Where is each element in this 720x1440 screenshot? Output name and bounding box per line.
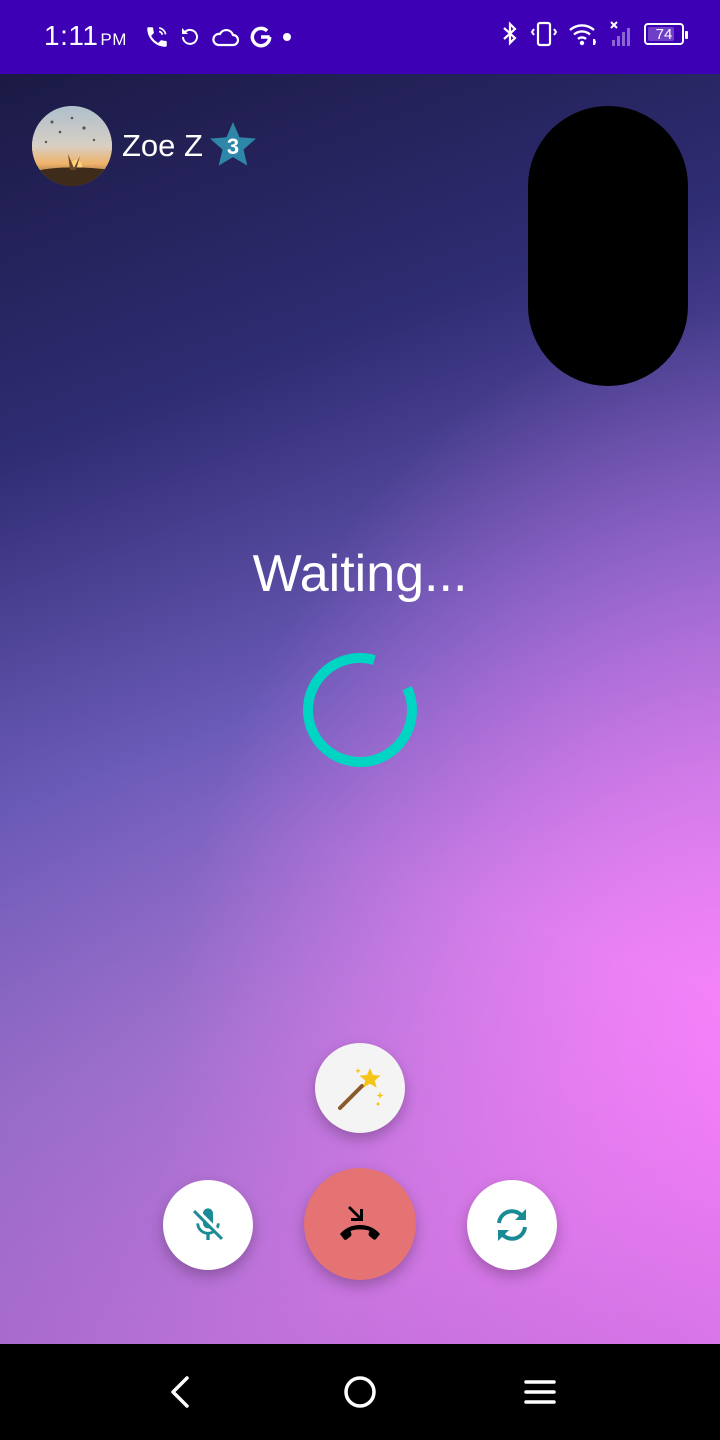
notification-icons xyxy=(144,24,292,50)
magic-wand-icon xyxy=(338,1068,384,1110)
back-button[interactable] xyxy=(156,1368,204,1416)
clock-ampm: PM xyxy=(100,30,127,49)
call-status-text: Waiting... xyxy=(252,545,468,603)
mic-off-icon xyxy=(193,1208,223,1240)
menu-icon xyxy=(524,1380,556,1404)
call-end-icon xyxy=(340,1206,380,1240)
mute-button[interactable] xyxy=(163,1180,253,1270)
camera-switch-icon xyxy=(497,1209,527,1241)
status-time: 1:11 PM xyxy=(44,20,127,52)
vibrate-icon xyxy=(530,21,558,47)
bluetooth-icon xyxy=(503,21,517,46)
switch-camera-button[interactable] xyxy=(467,1180,557,1270)
status-bar: 1:11 PM 74 xyxy=(0,0,720,74)
clock-time: 1:11 xyxy=(44,20,99,51)
navigation-bar xyxy=(0,1344,720,1440)
level-number: 3 xyxy=(226,134,240,159)
home-button[interactable] xyxy=(336,1368,384,1416)
caller-avatar[interactable] xyxy=(32,106,112,186)
end-call-button[interactable] xyxy=(304,1168,416,1280)
remote-video-area: Zoe Z 3 Waiting... xyxy=(0,74,720,1344)
caller-info[interactable]: Zoe Z 3 xyxy=(32,106,259,186)
video-call-screen: 1:11 PM 74 Zoe Z 3 Waiting... xyxy=(0,0,720,1440)
wifi-call-icon xyxy=(147,26,167,47)
caller-name: Zoe Z xyxy=(122,128,203,163)
home-icon xyxy=(344,1376,376,1408)
wifi-icon xyxy=(569,24,596,46)
loading-spinner xyxy=(303,653,417,767)
dot-icon xyxy=(283,33,291,41)
system-icons: 74 xyxy=(500,20,688,48)
google-icon xyxy=(250,26,272,48)
recents-button[interactable] xyxy=(516,1368,564,1416)
avatar-photo xyxy=(32,106,112,186)
level-badge: 3 xyxy=(207,120,259,172)
cloud-icon xyxy=(212,28,240,47)
effects-button[interactable] xyxy=(315,1043,405,1133)
sync-icon xyxy=(182,28,198,45)
back-icon xyxy=(171,1376,189,1408)
battery-level: 74 xyxy=(655,25,673,43)
local-video-preview[interactable] xyxy=(528,106,688,386)
battery-icon: 74 xyxy=(644,23,688,45)
signal-icon xyxy=(610,21,630,46)
